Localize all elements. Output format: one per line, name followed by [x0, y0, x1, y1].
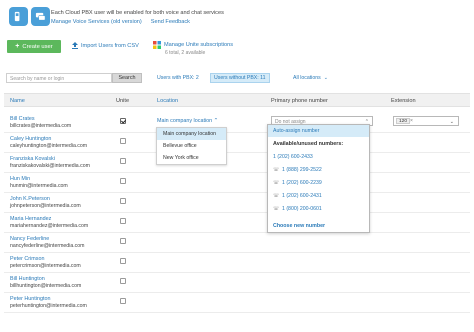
- table-row: John K.Peterson johnpeterson@intermedia.…: [4, 193, 470, 213]
- phone-line-icon: ☏: [273, 193, 280, 199]
- table-row: Peter Crimson petercrimson@intermedia.co…: [4, 253, 470, 273]
- user-name-link[interactable]: Hun Min: [10, 176, 30, 182]
- upload-icon: [72, 42, 78, 49]
- extension-chip: 120: [396, 118, 411, 124]
- unite-checkbox[interactable]: [120, 178, 126, 184]
- unite-checkbox[interactable]: [120, 158, 126, 164]
- header-info-text: Each Cloud PBX user will be enabled for …: [51, 10, 224, 16]
- table-row: Hun Min hunmin@intermedia.com: [4, 173, 470, 193]
- search-button[interactable]: Search: [112, 73, 142, 83]
- manage-voice-services-link[interactable]: Manage Voice Services (old version): [51, 18, 142, 27]
- phone-number: 1 (202) 600-2433: [273, 154, 313, 160]
- location-option[interactable]: New York office: [157, 152, 226, 164]
- user-email: petercrimson@intermedia.com: [10, 263, 81, 269]
- user-name-link[interactable]: Bill Huntington: [10, 276, 45, 282]
- unite-checkbox[interactable]: [120, 298, 126, 304]
- import-csv-label: Import Users from CSV: [81, 42, 139, 49]
- user-email: franziskakovalski@intermedia.com: [10, 163, 90, 169]
- unite-checkbox[interactable]: [120, 238, 126, 244]
- send-feedback-link[interactable]: Send Feedback: [151, 18, 190, 27]
- col-extension: Extension: [391, 98, 416, 104]
- user-name-link[interactable]: Peter Crimson: [10, 256, 44, 262]
- location-option[interactable]: Bellevue office: [157, 140, 226, 152]
- col-name[interactable]: Name: [10, 98, 25, 104]
- unite-checkbox[interactable]: [120, 278, 126, 284]
- user-name-link[interactable]: Franziska Kovalski: [10, 156, 55, 162]
- table-row: Peter Huntington peterhuntington@interme…: [4, 293, 470, 313]
- phone-option[interactable]: 1 (202) 600-2433: [268, 151, 369, 164]
- import-csv-link[interactable]: Import Users from CSV: [72, 42, 139, 49]
- pbx-phone-icon: [9, 7, 28, 26]
- search-input[interactable]: Search by name or login: [6, 73, 112, 83]
- unite-logo-icon: [153, 41, 161, 49]
- auto-assign-option[interactable]: Auto-assign number: [268, 125, 369, 137]
- phone-dropdown: Auto-assign number Available/unused numb…: [267, 124, 370, 233]
- user-name-link[interactable]: John K.Peterson: [10, 196, 50, 202]
- table-row: Maria Hernandez mariahernandez@intermedi…: [4, 213, 470, 233]
- unite-checkbox[interactable]: [120, 218, 126, 224]
- user-name-link[interactable]: Nancy Federline: [10, 236, 49, 242]
- user-email: billcrates@intermedia.com: [10, 123, 72, 129]
- user-name-link[interactable]: Caley Huntington: [10, 136, 51, 142]
- phone-option[interactable]: ☏ 1 (202) 600-2431: [268, 190, 369, 203]
- chevron-up-icon: ⌃: [213, 118, 219, 124]
- plus-icon: +: [15, 43, 20, 50]
- col-unite: Unite: [116, 98, 130, 104]
- phone-line-icon: ☏: [273, 180, 280, 186]
- extension-select[interactable]: 120 × ⌄: [393, 116, 459, 126]
- user-name-link[interactable]: Peter Huntington: [10, 296, 50, 302]
- table-row: Nancy Federline nancyfederline@intermedi…: [4, 233, 470, 253]
- user-name-link[interactable]: Bill Crates: [10, 116, 35, 122]
- user-email: hunmin@intermedia.com: [10, 183, 68, 189]
- table-row: Bill Crates billcrates@intermedia.com Ma…: [4, 113, 470, 133]
- phone-option[interactable]: ☏ 1 (202) 600-2239: [268, 177, 369, 190]
- tab-users-without-pbx[interactable]: Users without PBX: 11: [210, 73, 270, 83]
- user-email: peterhuntington@intermedia.com: [10, 303, 87, 309]
- user-email: johnpeterson@intermedia.com: [10, 203, 81, 209]
- manage-unite-link[interactable]: Manage Unite subscriptions: [164, 41, 233, 49]
- table-header: Name Unite Location Primary phone number…: [4, 93, 470, 107]
- location-select[interactable]: Main company location ⌃: [157, 118, 218, 124]
- all-locations-filter[interactable]: All locations ⌄: [290, 73, 331, 83]
- phone-number: 1 (202) 600-2431: [282, 193, 322, 199]
- all-locations-label: All locations: [293, 75, 321, 81]
- tab-users-with-pbx[interactable]: Users with PBX: 2: [154, 73, 202, 83]
- phone-option[interactable]: ☏ 1 (888) 299-2522: [268, 164, 369, 177]
- unite-checkbox[interactable]: [120, 138, 126, 144]
- unite-checkbox[interactable]: [120, 258, 126, 264]
- user-email: caleyhuntington@intermedia.com: [10, 143, 88, 149]
- location-dropdown: Main company location Bellevue office Ne…: [156, 127, 227, 165]
- available-numbers-heading: Available/unused numbers:: [273, 141, 344, 147]
- create-user-button[interactable]: + Create user: [7, 40, 61, 53]
- create-user-label: Create user: [22, 43, 53, 50]
- chevron-down-icon: ⌄: [323, 75, 329, 81]
- user-email: billhuntington@intermedia.com: [10, 283, 82, 289]
- header-info: Each Cloud PBX user will be enabled for …: [51, 9, 224, 27]
- extension-clear-icon[interactable]: ×: [410, 118, 413, 124]
- user-email: mariahernandez@intermedia.com: [10, 223, 89, 229]
- choose-new-number-link[interactable]: Choose new number: [273, 223, 325, 229]
- user-name-link[interactable]: Maria Hernandez: [10, 216, 51, 222]
- location-option[interactable]: Main company location: [157, 128, 226, 140]
- location-value: Main company location: [157, 118, 213, 124]
- app-icons: [9, 7, 50, 26]
- unite-checkbox[interactable]: [120, 198, 126, 204]
- phone-number: 1 (800) 200-0601: [282, 206, 322, 212]
- chat-bubble-icon: [31, 7, 50, 26]
- table-row: Franziska Kovalski franziskakovalski@int…: [4, 153, 470, 173]
- phone-number: 1 (888) 299-2522: [282, 167, 322, 173]
- manage-unite: Manage Unite subscriptions 6 total, 2 av…: [153, 41, 233, 57]
- col-location[interactable]: Location: [157, 98, 178, 104]
- user-email: nancyfederline@intermedia.com: [10, 243, 85, 249]
- toll-free-icon: ☏: [273, 167, 280, 173]
- col-primary-phone: Primary phone number: [271, 98, 328, 104]
- phone-number: 1 (202) 600-2239: [282, 180, 322, 186]
- unite-checkbox[interactable]: [120, 118, 126, 124]
- table-row: Bill Huntington billhuntington@intermedi…: [4, 273, 470, 293]
- manage-unite-count: 6 total, 2 available: [165, 50, 206, 56]
- table-row: Caley Huntington caleyhuntington@interme…: [4, 133, 470, 153]
- toll-free-icon: ☏: [273, 206, 280, 212]
- chevron-down-icon: ⌄: [449, 119, 454, 125]
- phone-option[interactable]: ☏ 1 (800) 200-0601: [268, 203, 369, 216]
